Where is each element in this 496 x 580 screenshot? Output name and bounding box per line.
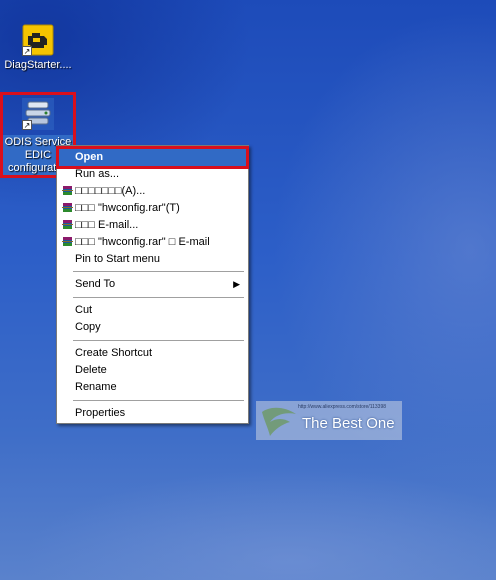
watermark-text: The Best One (302, 415, 395, 432)
icon-label: DiagStarter.... (4, 59, 72, 71)
menu-item-label: □□□ "hwconfig.rar"(T) (75, 202, 180, 214)
menu-item-send-to[interactable]: Send To ▶ (59, 276, 246, 293)
menu-separator (73, 340, 244, 341)
menu-item-pin-start[interactable]: Pin to Start menu (59, 251, 246, 268)
submenu-arrow-icon: ▶ (233, 279, 240, 289)
context-menu: Open Run as... □□□□□□□(A)... □□□ "hwconf… (56, 145, 249, 424)
shortcut-arrow-icon: ↗ (22, 46, 32, 56)
menu-item-copy[interactable]: Copy (59, 319, 246, 336)
menu-item-add-archive[interactable]: □□□□□□□(A)... (59, 183, 246, 200)
menu-item-rename[interactable]: Rename (59, 379, 246, 396)
menu-item-cut[interactable]: Cut (59, 302, 246, 319)
menu-item-create-shortcut[interactable]: Create Shortcut (59, 345, 246, 362)
engine-warning-icon: ↗ (22, 24, 54, 56)
menu-separator (73, 400, 244, 401)
menu-item-compress-rar-email[interactable]: □□□ "hwconfig.rar" □ E-mail (59, 234, 246, 251)
menu-item-label: □□□ "hwconfig.rar" □ E-mail (75, 236, 210, 248)
desktop-icon-diagstarter[interactable]: ↗ DiagStarter.... (2, 24, 74, 72)
watermark-url: http://www.aliexpress.com/store/113398 (298, 404, 387, 410)
menu-item-properties[interactable]: Properties (59, 405, 246, 422)
menu-separator (73, 297, 244, 298)
menu-item-compress-email[interactable]: □□□ E-mail... (59, 217, 246, 234)
menu-item-delete[interactable]: Delete (59, 362, 246, 379)
winrar-icon (62, 203, 73, 212)
menu-separator (73, 271, 244, 272)
menu-item-add-to-rar[interactable]: □□□ "hwconfig.rar"(T) (59, 200, 246, 217)
menu-item-label: □□□ E-mail... (75, 219, 139, 231)
winrar-icon (62, 237, 73, 246)
highlight-box-open (56, 146, 249, 169)
menu-item-label: □□□□□□□(A)... (75, 185, 146, 197)
watermark: http://www.aliexpress.com/store/113398 T… (256, 401, 402, 440)
winrar-icon (62, 186, 73, 195)
menu-item-label: Send To (75, 278, 116, 290)
winrar-icon (62, 220, 73, 229)
watermark-logo-icon (262, 407, 296, 436)
